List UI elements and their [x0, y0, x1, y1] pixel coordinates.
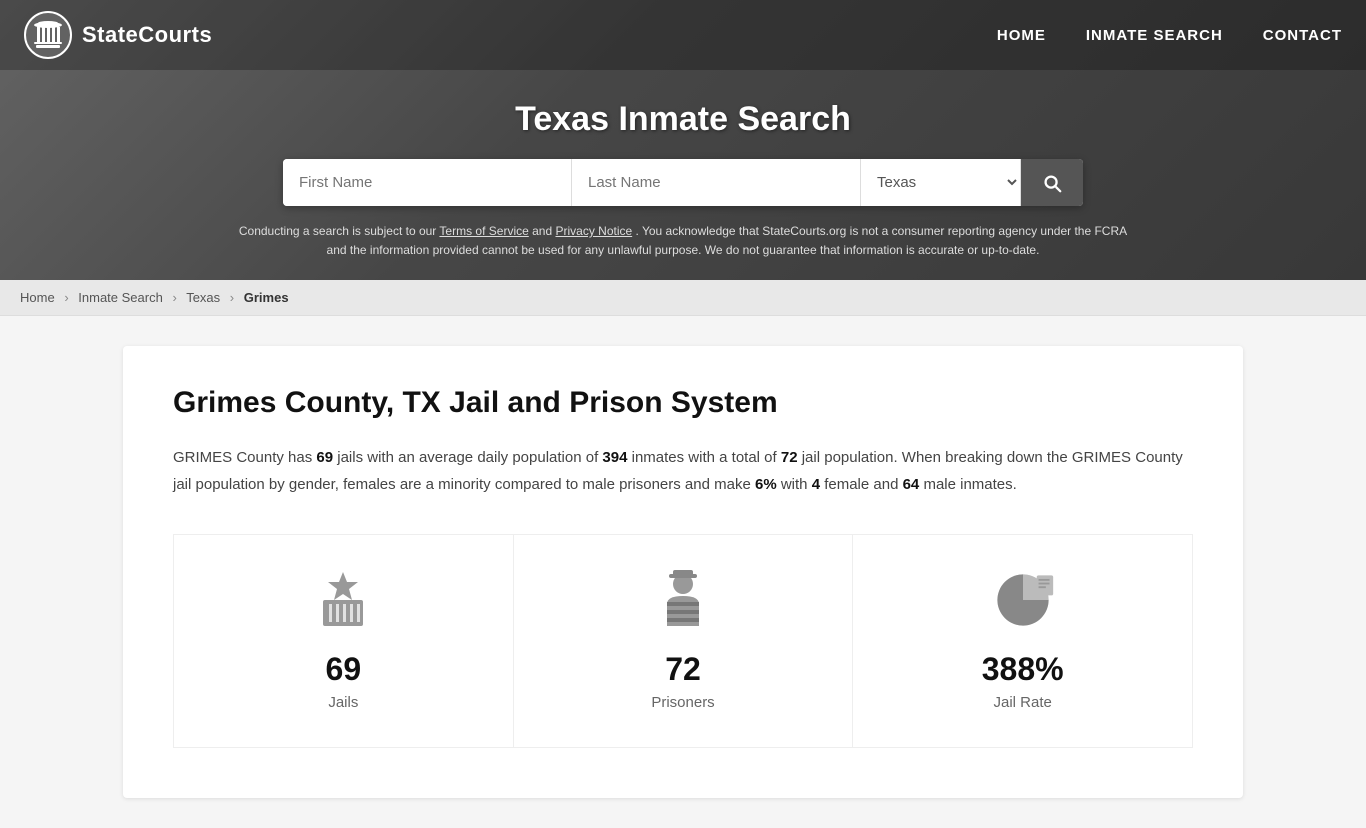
- site-header: StateCourts HOME INMATE SEARCH CONTACT T…: [0, 0, 1366, 280]
- logo-text: StateCourts: [82, 22, 212, 48]
- total-population: 72: [781, 449, 798, 466]
- jails-count: 69: [316, 449, 333, 466]
- county-title: Grimes County, TX Jail and Prison System: [173, 386, 1193, 420]
- jail-rate-value: 388%: [873, 651, 1172, 688]
- prisoners-label: Prisoners: [534, 694, 833, 711]
- navigation: StateCourts HOME INMATE SEARCH CONTACT: [0, 0, 1366, 70]
- county-description: GRIMES County has 69 jails with an avera…: [173, 444, 1193, 498]
- breadcrumb-home[interactable]: Home: [20, 290, 55, 305]
- privacy-notice-link[interactable]: Privacy Notice: [555, 224, 632, 238]
- disclaimer-before: Conducting a search is subject to our: [239, 224, 440, 238]
- breadcrumb-current: Grimes: [244, 290, 289, 305]
- breadcrumb-inmate-search[interactable]: Inmate Search: [78, 290, 163, 305]
- female-count: 4: [812, 476, 820, 493]
- nav-contact[interactable]: CONTACT: [1263, 27, 1342, 44]
- prisoners-value: 72: [534, 651, 833, 688]
- breadcrumb-sep-3: ›: [230, 290, 234, 305]
- jails-icon-container: [194, 565, 493, 635]
- page-title: Texas Inmate Search: [20, 100, 1346, 139]
- logo-icon: [24, 11, 72, 59]
- male-count: 64: [903, 476, 920, 493]
- breadcrumb-state[interactable]: Texas: [186, 290, 220, 305]
- jail-building-icon: [311, 568, 375, 632]
- nav-links: HOME INMATE SEARCH CONTACT: [997, 27, 1342, 44]
- terms-of-service-link[interactable]: Terms of Service: [439, 224, 528, 238]
- pillar-icon: [32, 19, 64, 51]
- nav-home[interactable]: HOME: [997, 27, 1046, 44]
- breadcrumb-sep-1: ›: [64, 290, 68, 305]
- stat-jail-rate: 388% Jail Rate: [853, 535, 1193, 748]
- breadcrumb: Home › Inmate Search › Texas › Grimes: [0, 280, 1366, 316]
- prisoner-icon: [651, 568, 715, 632]
- breadcrumb-sep-2: ›: [172, 290, 176, 305]
- search-form: Select State Alabama Alaska Arizona Arka…: [283, 159, 1083, 206]
- stat-jails: 69 Jails: [174, 535, 514, 748]
- jail-rate-label: Jail Rate: [873, 694, 1172, 711]
- main-content: Grimes County, TX Jail and Prison System…: [103, 346, 1263, 798]
- female-pct: 6%: [755, 476, 777, 493]
- nav-inmate-search[interactable]: INMATE SEARCH: [1086, 27, 1223, 44]
- header-content: StateCourts HOME INMATE SEARCH CONTACT T…: [0, 0, 1366, 280]
- last-name-input[interactable]: [572, 159, 861, 206]
- first-name-input[interactable]: [283, 159, 572, 206]
- pie-chart-icon: [991, 568, 1055, 632]
- hero-section: Texas Inmate Search Select State Alabama…: [0, 70, 1366, 280]
- disclaimer-text: Conducting a search is subject to our Te…: [233, 222, 1133, 260]
- avg-population: 394: [602, 449, 627, 466]
- site-logo[interactable]: StateCourts: [24, 11, 212, 59]
- content-card: Grimes County, TX Jail and Prison System…: [123, 346, 1243, 798]
- state-select[interactable]: Select State Alabama Alaska Arizona Arka…: [861, 159, 1021, 206]
- search-button[interactable]: [1021, 159, 1083, 206]
- stats-row: 69 Jails: [173, 534, 1193, 748]
- jails-value: 69: [194, 651, 493, 688]
- disclaimer-and: and: [532, 224, 555, 238]
- search-icon: [1041, 172, 1063, 194]
- jails-label: Jails: [194, 694, 493, 711]
- prisoners-icon-container: [534, 565, 833, 635]
- jail-rate-icon-container: [873, 565, 1172, 635]
- stat-prisoners: 72 Prisoners: [514, 535, 854, 748]
